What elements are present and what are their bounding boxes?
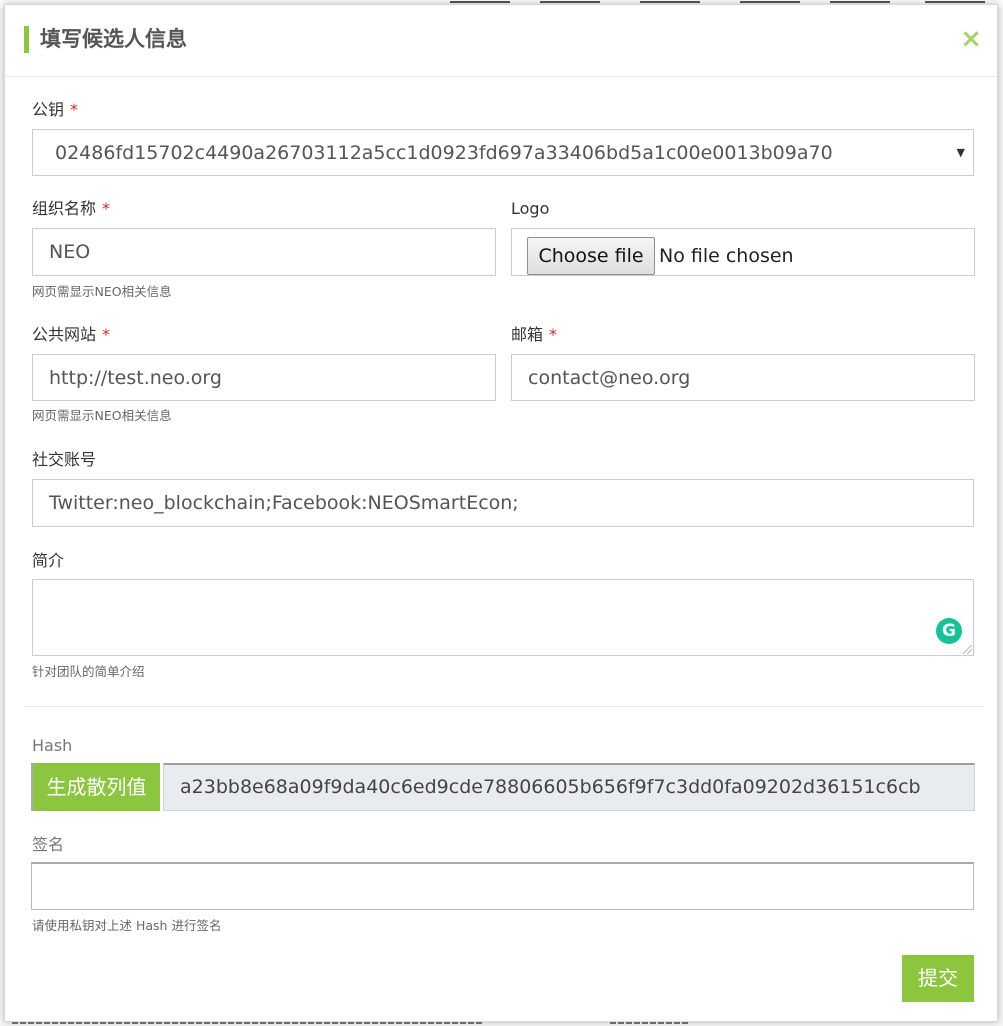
- required-mark: *: [102, 325, 111, 344]
- intro-textarea[interactable]: G: [32, 579, 974, 656]
- public-key-label-text: 公钥: [32, 100, 65, 119]
- intro-help: 针对团队的简单介绍: [32, 664, 145, 679]
- background-nav-tab: [540, 0, 600, 3]
- background-nav-tab: [450, 0, 510, 3]
- org-name-label: 组织名称 *: [32, 198, 110, 220]
- social-accounts-input[interactable]: Twitter:neo_blockchain;Facebook:NEOSmart…: [32, 479, 974, 527]
- hash-label: Hash: [32, 736, 73, 755]
- email-label-text: 邮箱: [511, 325, 544, 344]
- background-nav-tab: [925, 0, 985, 3]
- public-key-label: 公钥 *: [32, 99, 78, 121]
- candidate-info-modal: 填写候选人信息 × 公钥 * 02486fd15702c4490a26703112…: [4, 4, 998, 1022]
- background-nav-tab: [830, 0, 890, 3]
- signature-label: 签名: [32, 835, 65, 854]
- logo-file-input: Choose file No file chosen: [511, 228, 975, 276]
- website-label: 公共网站 *: [32, 324, 110, 346]
- grammarly-icon[interactable]: G: [936, 618, 962, 644]
- choose-file-button[interactable]: Choose file: [527, 237, 655, 275]
- title-accent-bar: [24, 26, 29, 53]
- signature-input[interactable]: [31, 862, 974, 910]
- hash-value-field: a23bb8e68a09f9da40c6ed9cde78806605b656f9…: [163, 763, 975, 811]
- intro-label: 简介: [32, 551, 65, 570]
- background-nav-tab: [740, 0, 800, 3]
- website-label-text: 公共网站: [32, 325, 97, 344]
- required-mark: *: [549, 325, 558, 344]
- signature-help: 请使用私钥对上述 Hash 进行签名: [32, 918, 222, 933]
- resize-handle[interactable]: [963, 645, 972, 654]
- website-help: 网页需显示NEO相关信息: [32, 408, 172, 423]
- modal-title: 填写候选人信息: [40, 27, 187, 51]
- submit-button[interactable]: 提交: [902, 955, 974, 1002]
- org-name-input[interactable]: NEO: [32, 228, 496, 276]
- logo-label: Logo: [511, 199, 550, 218]
- chevron-down-icon: ▼: [956, 146, 965, 159]
- org-name-help: 网页需显示NEO相关信息: [32, 284, 172, 299]
- hash-input-group: 生成散列值 a23bb8e68a09f9da40c6ed9cde78806605…: [28, 759, 975, 813]
- social-label: 社交账号: [32, 450, 97, 469]
- required-mark: *: [102, 199, 111, 218]
- email-label: 邮箱 *: [511, 324, 557, 346]
- file-status-text: No file chosen: [659, 245, 794, 267]
- background-nav-tab: [640, 0, 700, 3]
- required-mark: *: [70, 100, 79, 119]
- close-icon[interactable]: ×: [957, 25, 985, 53]
- generate-hash-button[interactable]: 生成散列值: [31, 763, 160, 811]
- email-input[interactable]: contact@neo.org: [511, 354, 975, 401]
- public-key-select[interactable]: 02486fd15702c4490a26703112a5cc1d0923fd69…: [32, 129, 974, 176]
- public-key-selected-value: 02486fd15702c4490a26703112a5cc1d0923fd69…: [55, 142, 833, 164]
- section-divider: [24, 706, 984, 707]
- website-input[interactable]: http://test.neo.org: [32, 354, 496, 401]
- modal-header: 填写候选人信息 ×: [5, 5, 997, 77]
- org-name-label-text: 组织名称: [32, 199, 97, 218]
